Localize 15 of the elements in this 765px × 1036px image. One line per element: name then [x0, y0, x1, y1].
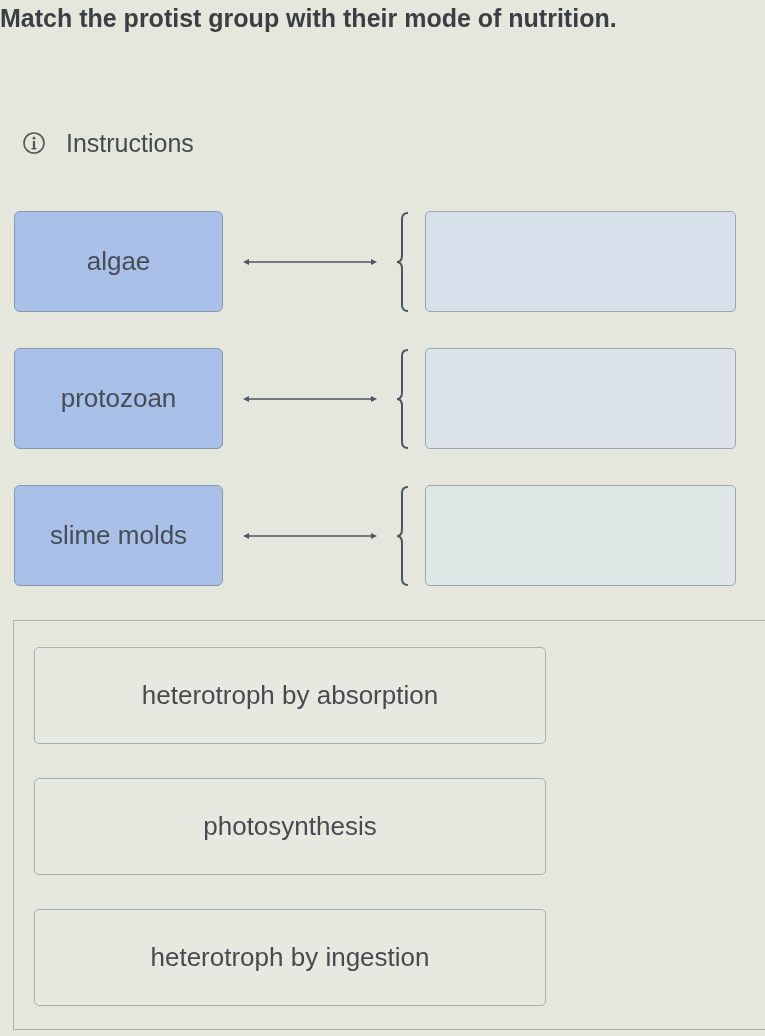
term-tile: protozoan: [14, 348, 223, 449]
answer-drop-zone[interactable]: [425, 211, 736, 312]
curly-brace-icon: [396, 347, 410, 450]
answer-option[interactable]: heterotroph by ingestion: [34, 909, 546, 1006]
term-tile: slime molds: [14, 485, 223, 586]
answer-drop-zone[interactable]: [425, 348, 736, 449]
term-tile: algae: [14, 211, 223, 312]
answer-drop-zone[interactable]: [425, 485, 736, 586]
answer-option[interactable]: heterotroph by absorption: [34, 647, 546, 744]
info-icon: [23, 132, 45, 154]
answer-option[interactable]: photosynthesis: [34, 778, 546, 875]
curly-brace-icon: [396, 210, 410, 313]
question-prompt: Match the protist group with their mode of nutrition.: [0, 3, 617, 33]
curly-brace-icon: [396, 484, 410, 587]
instructions-link[interactable]: Instructions: [66, 130, 194, 156]
